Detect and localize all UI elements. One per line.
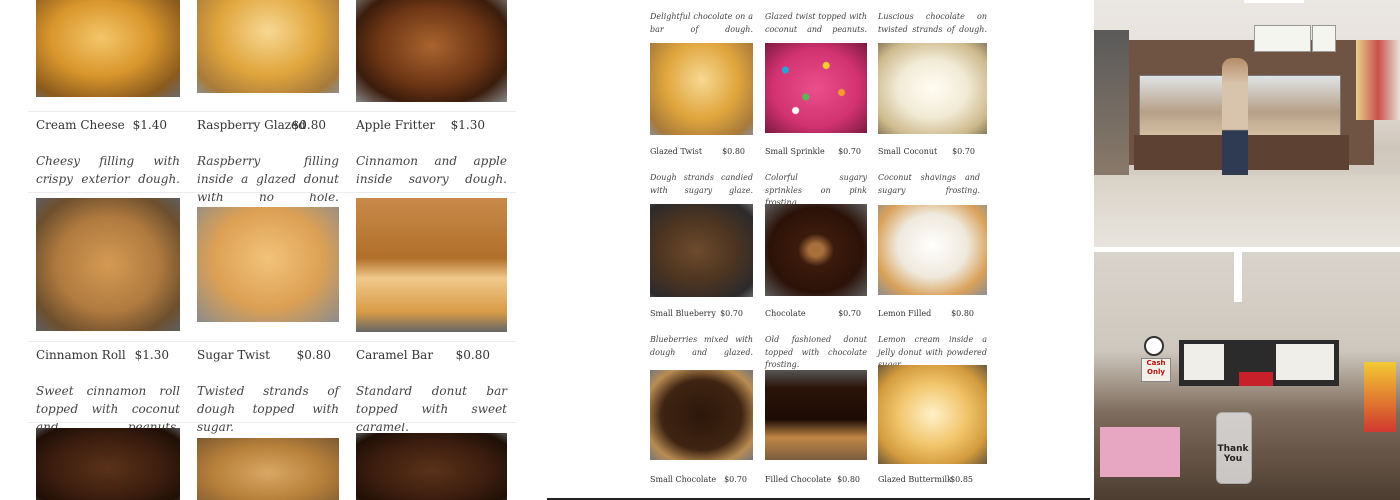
menu-board bbox=[1312, 25, 1336, 52]
item-price: $0.80 bbox=[837, 475, 860, 484]
item-price: $0.70 bbox=[838, 309, 861, 318]
item-description: Blueberries mixed with dough and glazed. bbox=[650, 335, 753, 357]
divider bbox=[28, 111, 516, 112]
item-name: Small Coconut bbox=[878, 147, 938, 156]
wall-art bbox=[1364, 362, 1396, 432]
item-price: $1.30 bbox=[134, 348, 169, 362]
floor bbox=[1094, 175, 1400, 247]
item-price: $1.30 bbox=[450, 118, 485, 132]
item-description: Coconut shavings and sugary frosting. bbox=[878, 173, 980, 195]
item-name: Small Chocolate bbox=[650, 475, 717, 484]
item-name: Apple Fritter bbox=[356, 118, 436, 132]
shop-interior-photo: Cash Only Thank You bbox=[1094, 252, 1400, 500]
item-name: Lemon Filled bbox=[878, 309, 932, 318]
glazed-buttermilk-photo bbox=[878, 365, 987, 464]
filled-chocolate-photo bbox=[765, 370, 867, 460]
tip-jar-label: Thank You bbox=[1217, 444, 1249, 464]
item-price: $0.80 bbox=[722, 147, 745, 156]
wall-clock bbox=[1144, 336, 1164, 356]
glazed-twist-photo bbox=[650, 43, 753, 135]
menu-panel-middle: Delightful chocolate on a bar of dough. … bbox=[547, 0, 1090, 500]
apple-fritter-photo bbox=[356, 0, 507, 102]
item-name: Glazed Buttermilk bbox=[878, 475, 952, 484]
lemon-filled-photo bbox=[878, 205, 987, 295]
menu-board bbox=[1254, 25, 1311, 52]
chocolate-photo bbox=[765, 204, 867, 296]
pastry-photo bbox=[36, 428, 180, 500]
small-sprinkle-photo bbox=[765, 43, 867, 133]
item-name: Cinnamon Roll bbox=[36, 348, 126, 362]
item-price: $0.70 bbox=[724, 475, 747, 484]
menu-board bbox=[1276, 344, 1334, 380]
cream-cheese-photo bbox=[36, 0, 180, 97]
item-price: $0.80 bbox=[951, 309, 974, 318]
customer bbox=[1222, 58, 1248, 188]
shop-photos: Cash Only Thank You bbox=[1094, 0, 1400, 500]
shelf bbox=[1094, 30, 1129, 180]
item-name: Chocolate bbox=[765, 309, 806, 318]
item-price: $0.85 bbox=[950, 475, 973, 484]
ceiling-light bbox=[1244, 0, 1304, 3]
small-coconut-photo bbox=[878, 43, 987, 134]
item-price: $0.80 bbox=[291, 118, 326, 132]
shop-counter-photo bbox=[1094, 0, 1400, 247]
item-name: Filled Chocolate bbox=[765, 475, 832, 484]
item-name: Caramel Bar bbox=[356, 348, 434, 362]
divider bbox=[28, 422, 516, 423]
item-name: Sugar Twist bbox=[197, 348, 271, 362]
coca-cola-sign bbox=[1239, 372, 1273, 386]
item-price: $0.70 bbox=[720, 309, 743, 318]
raspberry-glazed-photo bbox=[197, 0, 339, 93]
pastry-photo bbox=[356, 433, 507, 500]
caramel-bar-photo bbox=[356, 198, 507, 332]
pink-box bbox=[1100, 427, 1180, 477]
item-price: $0.70 bbox=[838, 147, 861, 156]
menu-panel-left: Cream Cheese $1.40 Raspberry Glazed $0.8… bbox=[0, 0, 545, 500]
item-name: Cream Cheese bbox=[36, 118, 125, 132]
item-price: $0.80 bbox=[455, 348, 490, 362]
cinnamon-roll-photo bbox=[36, 198, 180, 331]
small-blueberry-photo bbox=[650, 204, 753, 297]
divider bbox=[28, 192, 516, 193]
divider bbox=[28, 341, 516, 342]
item-name: Small Blueberry bbox=[650, 309, 716, 318]
small-chocolate-photo bbox=[650, 370, 753, 460]
ceiling-light bbox=[1234, 252, 1242, 302]
item-name: Glazed Twist bbox=[650, 147, 703, 156]
item-price: $1.40 bbox=[132, 118, 167, 132]
item-name: Small Sprinkle bbox=[765, 147, 825, 156]
cash-only-sign: Cash Only bbox=[1141, 358, 1171, 382]
sugar-twist-photo bbox=[197, 207, 339, 322]
item-price: $0.80 bbox=[296, 348, 331, 362]
wall-posters bbox=[1356, 40, 1400, 120]
menu-board bbox=[1184, 344, 1224, 380]
pastry-photo bbox=[197, 438, 339, 500]
item-price: $0.70 bbox=[952, 147, 975, 156]
